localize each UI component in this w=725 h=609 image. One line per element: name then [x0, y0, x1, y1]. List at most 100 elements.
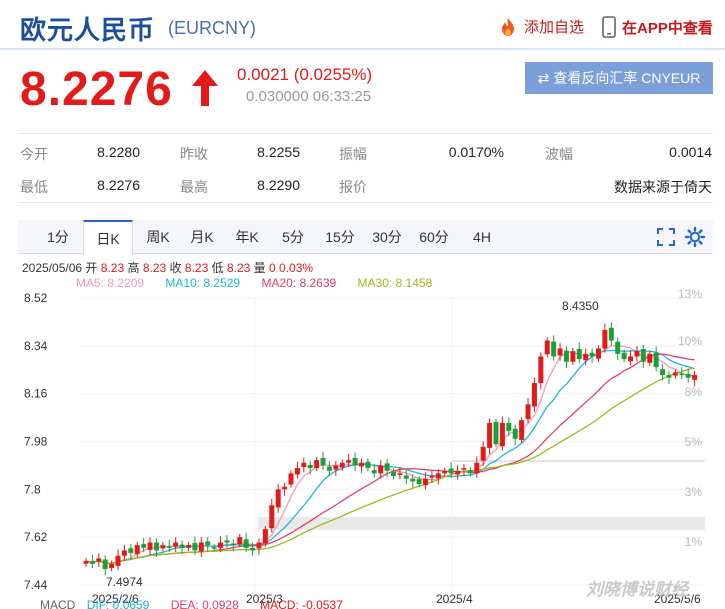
tab-weekly-k[interactable]: 周K — [136, 220, 180, 254]
candle-body — [628, 356, 634, 362]
macd-info: MACD DIF: 0.0659 DEA: 0.0928 MACD: -0.05… — [40, 598, 343, 609]
info-high: 8.23 — [142, 261, 167, 275]
candle-body — [301, 462, 307, 468]
ma5-line — [85, 345, 695, 564]
info-low: 8.23 — [226, 261, 251, 275]
chart-period-tabs: 1分 日K 周K 月K 年K 5分 15分 30分 60分 4H — [18, 220, 713, 255]
candle-body — [672, 372, 678, 376]
candle-body — [153, 542, 159, 551]
candle-body — [525, 404, 531, 420]
info-pct: 0.03% — [279, 261, 314, 275]
tab-4h[interactable]: 4H — [460, 220, 504, 254]
candle-body — [89, 561, 95, 564]
candle-body — [282, 486, 288, 490]
y-tick-label: 7.98 — [24, 435, 48, 449]
candle-body — [288, 473, 294, 485]
candle-body — [352, 457, 358, 466]
stat-value-prev-close: 8.2255 — [257, 144, 300, 160]
candle-body — [563, 350, 569, 362]
candle-body — [461, 468, 467, 470]
page-header: 欧元人民币 (EURCNY) 添加自选 在APP中查看 — [0, 0, 725, 50]
candle-body — [506, 422, 512, 431]
tab-30min[interactable]: 30分 — [365, 220, 409, 254]
fullscreen-icon[interactable] — [655, 226, 677, 248]
pct-tick-label: 3% — [685, 485, 703, 499]
settings-icon[interactable] — [684, 226, 706, 248]
candle-body — [621, 352, 627, 360]
candle-body — [269, 505, 275, 529]
stat-value-open: 8.2280 — [97, 144, 140, 160]
candle-body — [391, 471, 396, 477]
candle-body — [198, 542, 204, 552]
candle-body — [410, 478, 416, 482]
candle-body — [487, 422, 493, 448]
candle-body — [429, 476, 435, 478]
candle-body — [467, 470, 473, 474]
candle-body — [378, 465, 384, 474]
macd-value: MACD: -0.0537 — [260, 598, 343, 609]
candle-body — [647, 353, 653, 363]
candle-body — [557, 348, 563, 356]
info-vol-label: 量 — [253, 261, 266, 275]
candle-body — [192, 543, 198, 551]
data-source: 数据来源于倚天 — [614, 179, 712, 195]
max-annotation: 8.4350 — [562, 299, 599, 313]
currency-code: (EURCNY) — [168, 18, 256, 38]
stat-label-quote: 报价 — [339, 179, 367, 195]
candle-body — [634, 351, 640, 357]
candle-body — [275, 489, 281, 508]
reverse-rate-button[interactable]: ⇄ 查看反向汇率 CNYEUR — [525, 62, 713, 94]
candle-body — [147, 542, 153, 550]
candle-body — [371, 470, 377, 474]
page-title: 欧元人民币 — [20, 15, 156, 45]
candle-body — [160, 545, 166, 549]
candle-body — [358, 462, 364, 467]
open-in-app-button[interactable]: 在APP中查看 — [602, 16, 713, 38]
candle-body — [205, 541, 211, 546]
stat-value-high: 8.2290 — [257, 177, 300, 193]
candle-body — [423, 478, 429, 486]
tab-60min[interactable]: 60分 — [412, 220, 456, 254]
add-favorite-label: 添加自选 — [524, 19, 585, 36]
info-open: 8.23 — [100, 261, 125, 275]
candle-body — [544, 340, 550, 355]
candle-body — [615, 341, 621, 354]
tab-5min[interactable]: 5分 — [271, 220, 315, 254]
tab-monthly-k[interactable]: 月K — [180, 220, 224, 254]
candle-body — [679, 373, 685, 376]
candle-body — [230, 543, 236, 546]
tab-daily-k[interactable]: 日K — [83, 220, 133, 255]
tab-1min[interactable]: 1分 — [36, 220, 80, 254]
stat-label-high: 最高 — [180, 179, 208, 195]
fire-icon — [502, 17, 514, 36]
candle-body — [211, 547, 217, 549]
candlestick-chart[interactable]: 8.52 8.34 8.16 7.98 7.8 7.62 7.44 13% 10% 8% 5% 3% 1… — [0, 288, 725, 609]
candle-body — [134, 545, 140, 555]
candle-body — [531, 383, 537, 407]
candle-body — [256, 542, 262, 549]
info-high-label: 高 — [127, 261, 140, 275]
candle-body — [448, 468, 454, 474]
candle-body — [692, 375, 698, 380]
pct-tick-label: 5% — [685, 435, 703, 449]
info-open-label: 开 — [85, 261, 98, 275]
tab-yearly-k[interactable]: 年K — [225, 220, 269, 254]
quote-stats: 今开 8.2280 昨收 8.2255 振幅 0.0170% 波幅 0.0014… — [18, 133, 713, 203]
candle-body — [333, 465, 339, 470]
ohlc-info: 2025/05/06 开 8.23 高 8.23 收 8.23 低 8.23 量… — [22, 259, 313, 276]
candle-body — [237, 537, 243, 545]
tab-15min[interactable]: 15分 — [318, 220, 362, 254]
candle-body — [365, 461, 371, 469]
candle-body — [685, 374, 691, 378]
candle-body — [576, 349, 582, 360]
candle-body — [83, 561, 89, 564]
add-favorite-button[interactable]: 添加自选 — [498, 16, 584, 37]
macd-dif: DIF: 0.0659 — [86, 598, 150, 609]
candle-body — [493, 421, 499, 445]
candle-body — [435, 473, 441, 479]
candle-body — [326, 466, 332, 471]
candle-body — [570, 351, 576, 362]
candle-body — [109, 563, 115, 568]
up-arrow-icon — [192, 70, 218, 106]
min-annotation: 7.4974 — [106, 575, 143, 589]
